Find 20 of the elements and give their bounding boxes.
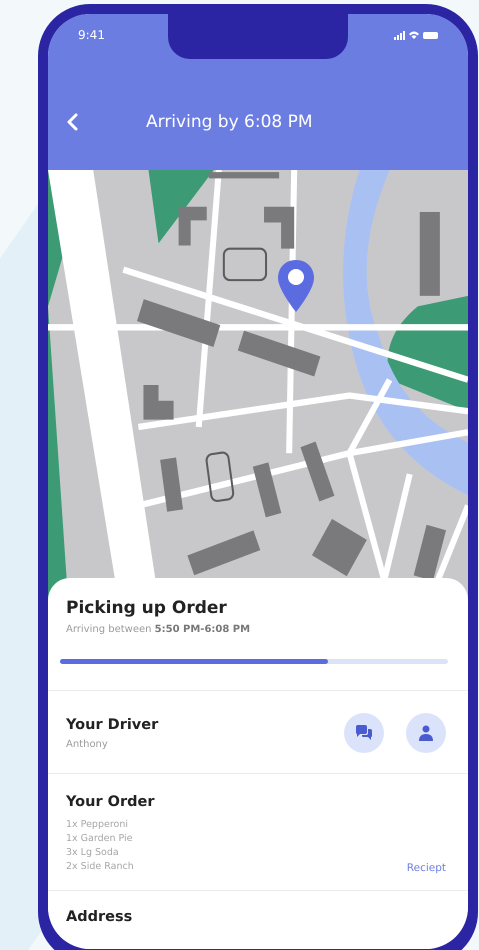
person-icon: [418, 725, 434, 741]
location-pin-icon: [276, 258, 316, 314]
arrival-window-text: Arriving between 5:50 PM-6:08 PM: [66, 624, 252, 635]
driver-title: Your Driver: [66, 716, 158, 732]
header-title: Arriving by 6:08 PM: [146, 112, 313, 132]
address-title: Address: [66, 909, 134, 925]
order-item: 2x Side Ranch: [66, 860, 135, 874]
receipt-link[interactable]: Reciept: [406, 862, 446, 874]
status-title: Picking up Order: [66, 598, 228, 618]
status-icons-icon: [394, 30, 438, 40]
driver-name: Anthony: [66, 738, 109, 750]
status-time: 9:41: [78, 28, 105, 42]
order-item: 1x Garden Pie: [66, 832, 134, 846]
order-item: 3x Lg Soda: [66, 846, 120, 860]
back-button[interactable]: [66, 112, 80, 132]
profile-button[interactable]: [406, 713, 446, 753]
chat-bubbles-icon: [355, 725, 373, 741]
chat-button[interactable]: [344, 713, 384, 753]
order-title: Your Order: [66, 794, 154, 810]
order-item: 1x Pepperoni: [66, 818, 129, 832]
